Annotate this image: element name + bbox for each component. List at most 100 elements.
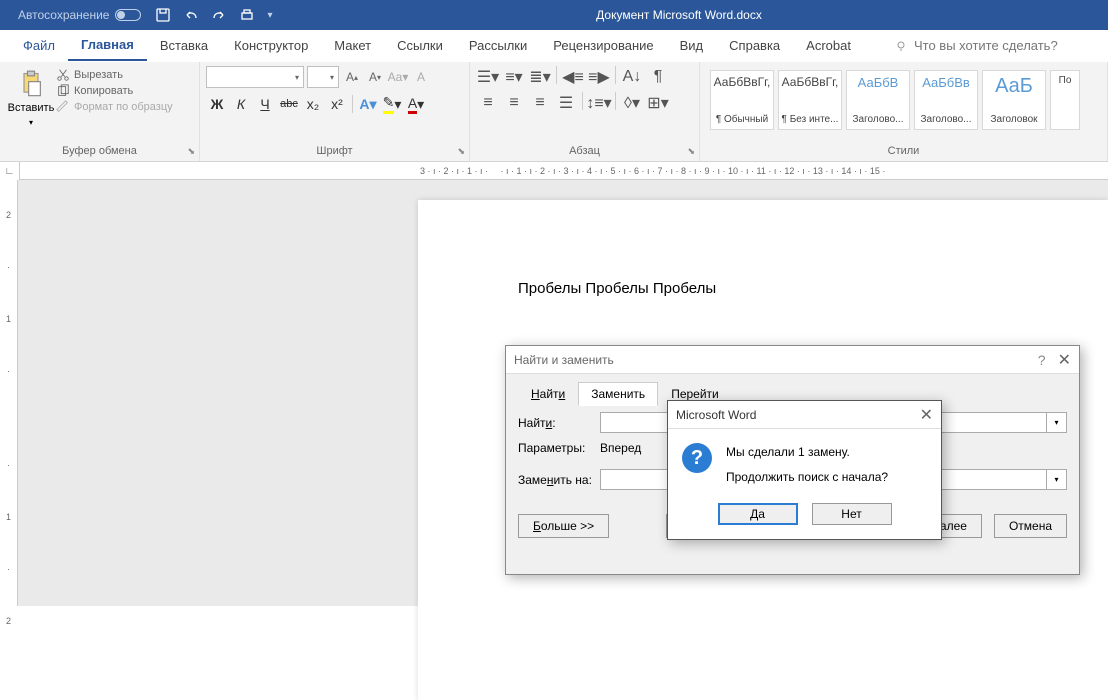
format-painter-button[interactable]: Формат по образцу [56, 100, 173, 114]
chevron-down-icon[interactable]: ▾ [1046, 413, 1066, 432]
tab-design[interactable]: Конструктор [221, 30, 321, 61]
ribbon: Вставить ▾ Вырезать Копировать Формат по… [0, 62, 1108, 162]
style-heading2[interactable]: АаБбВвЗаголово... [914, 70, 978, 130]
style-heading1[interactable]: АаБбВЗаголово... [846, 70, 910, 130]
message-dialog: Microsoft Word ✕ ? Мы сделали 1 замену. … [667, 400, 942, 540]
clipboard-label: Буфер обмена⬊ [6, 145, 193, 159]
save-icon[interactable] [155, 7, 171, 23]
paragraph-group: ☰▾ ≡▾ ≣▾ ◀≡ ≡▶ A↓ ¶ ≡ ≡ ≡ ☰ ↕≡▾ ◊▾ ⊞▾ [470, 62, 700, 161]
align-right-button[interactable]: ≡ [528, 92, 552, 114]
style-normal[interactable]: АаБбВвГг,¶ Обычный [710, 70, 774, 130]
find-label: Найти: [518, 416, 600, 430]
decrease-indent-button[interactable]: ◀≡ [561, 66, 585, 88]
horizontal-ruler[interactable]: ∟ 3 · ı · 2 · ı · 1 · ı · · ı · 1 · ı · … [0, 162, 1108, 180]
change-case-button[interactable]: Aa▾ [388, 66, 408, 88]
more-button[interactable]: Больше >> [518, 514, 609, 538]
help-icon[interactable]: ? [1038, 352, 1046, 368]
redo-icon[interactable] [211, 7, 227, 23]
font-color-button[interactable]: A▾ [405, 93, 427, 115]
font-label: Шрифт⬊ [206, 145, 463, 159]
bold-button[interactable]: Ж [206, 93, 228, 115]
tab-home[interactable]: Главная [68, 30, 147, 61]
tab-find[interactable]: Найти [518, 382, 578, 406]
align-center-button[interactable]: ≡ [502, 92, 526, 114]
cut-button[interactable]: Вырезать [56, 68, 173, 82]
multilevel-button[interactable]: ≣▾ [528, 66, 552, 88]
undo-icon[interactable] [183, 7, 199, 23]
dialog-launcher-icon[interactable]: ⬊ [187, 146, 195, 157]
close-icon[interactable]: ✕ [1058, 350, 1071, 370]
tab-selector[interactable]: ∟ [0, 162, 20, 180]
dialog-launcher-icon[interactable]: ⬊ [687, 146, 695, 157]
style-more[interactable]: По [1050, 70, 1080, 130]
numbering-button[interactable]: ≡▾ [502, 66, 526, 88]
replace-label: Заменить на: [518, 473, 600, 487]
styles-label: Стили [706, 145, 1101, 159]
paragraph-label: Абзац⬊ [476, 145, 693, 159]
align-left-button[interactable]: ≡ [476, 92, 500, 114]
quick-access-toolbar: ▾ [155, 7, 272, 23]
no-button[interactable]: Нет [812, 503, 892, 525]
style-title[interactable]: АаБЗаголовок [982, 70, 1046, 130]
font-name-combo[interactable]: ▾ [206, 66, 304, 88]
style-no-spacing[interactable]: АаБбВвГг,¶ Без инте... [778, 70, 842, 130]
dialog-launcher-icon[interactable]: ⬊ [457, 146, 465, 157]
subscript-button[interactable]: x₂ [302, 93, 324, 115]
tab-mailings[interactable]: Рассылки [456, 30, 540, 61]
toggle-icon [115, 9, 141, 21]
brush-icon [56, 100, 70, 114]
vertical-ruler[interactable]: 2·1··1·2 [0, 180, 18, 606]
paste-button[interactable]: Вставить ▾ [6, 66, 56, 127]
tab-acrobat[interactable]: Acrobat [793, 30, 864, 61]
underline-button[interactable]: Ч [254, 93, 276, 115]
text-effects-button[interactable]: A▾ [357, 93, 379, 115]
paste-icon [17, 70, 45, 98]
tab-help[interactable]: Справка [716, 30, 793, 61]
lightbulb-icon [894, 39, 908, 53]
justify-button[interactable]: ☰ [554, 92, 578, 114]
shading-button[interactable]: ◊▾ [620, 92, 644, 114]
font-size-combo[interactable]: ▾ [307, 66, 339, 88]
close-icon[interactable]: ✕ [920, 405, 933, 425]
copy-icon [56, 84, 70, 98]
ribbon-tabs: Файл Главная Вставка Конструктор Макет С… [0, 30, 1108, 62]
italic-button[interactable]: К [230, 93, 252, 115]
question-icon: ? [682, 443, 712, 473]
tell-me-search[interactable]: Что вы хотите сделать? [894, 38, 1058, 53]
increase-indent-button[interactable]: ≡▶ [587, 66, 611, 88]
line-spacing-button[interactable]: ↕≡▾ [587, 92, 611, 114]
strike-button[interactable]: abc [278, 93, 300, 115]
chevron-down-icon[interactable]: ▾ [1046, 470, 1066, 489]
yes-button[interactable]: Да [718, 503, 798, 525]
bullets-button[interactable]: ☰▾ [476, 66, 500, 88]
tab-layout[interactable]: Макет [321, 30, 384, 61]
dialog-titlebar[interactable]: Найти и заменить ? ✕ [506, 346, 1079, 374]
tab-view[interactable]: Вид [667, 30, 717, 61]
highlight-button[interactable]: ✎▾ [381, 93, 403, 115]
clipboard-group: Вставить ▾ Вырезать Копировать Формат по… [0, 62, 200, 161]
document-text: Пробелы Пробелы Пробелы [518, 280, 716, 297]
tab-file[interactable]: Файл [10, 30, 68, 61]
superscript-button[interactable]: x² [326, 93, 348, 115]
copy-button[interactable]: Копировать [56, 84, 173, 98]
tab-references[interactable]: Ссылки [384, 30, 456, 61]
title-bar: Автосохранение ▾ Документ Microsoft Word… [0, 0, 1108, 30]
tab-review[interactable]: Рецензирование [540, 30, 666, 61]
styles-group: АаБбВвГг,¶ Обычный АаБбВвГг,¶ Без инте..… [700, 62, 1108, 161]
tab-replace[interactable]: Заменить [578, 382, 658, 406]
sort-button[interactable]: A↓ [620, 66, 644, 88]
params-value: Вперед [600, 441, 641, 455]
clear-format-button[interactable]: A [411, 66, 431, 88]
msg-titlebar[interactable]: Microsoft Word ✕ [668, 401, 941, 429]
autosave-toggle[interactable]: Автосохранение [18, 8, 141, 22]
document-title: Документ Microsoft Word.docx [346, 0, 762, 30]
shrink-font-button[interactable]: A▾ [365, 66, 385, 88]
print-icon[interactable] [239, 7, 255, 23]
borders-button[interactable]: ⊞▾ [646, 92, 670, 114]
show-marks-button[interactable]: ¶ [646, 66, 670, 88]
grow-font-button[interactable]: A▴ [342, 66, 362, 88]
tab-insert[interactable]: Вставка [147, 30, 221, 61]
cancel-button[interactable]: Отмена [994, 514, 1067, 538]
qat-customize-icon[interactable]: ▾ [267, 10, 272, 21]
cut-icon [56, 68, 70, 82]
